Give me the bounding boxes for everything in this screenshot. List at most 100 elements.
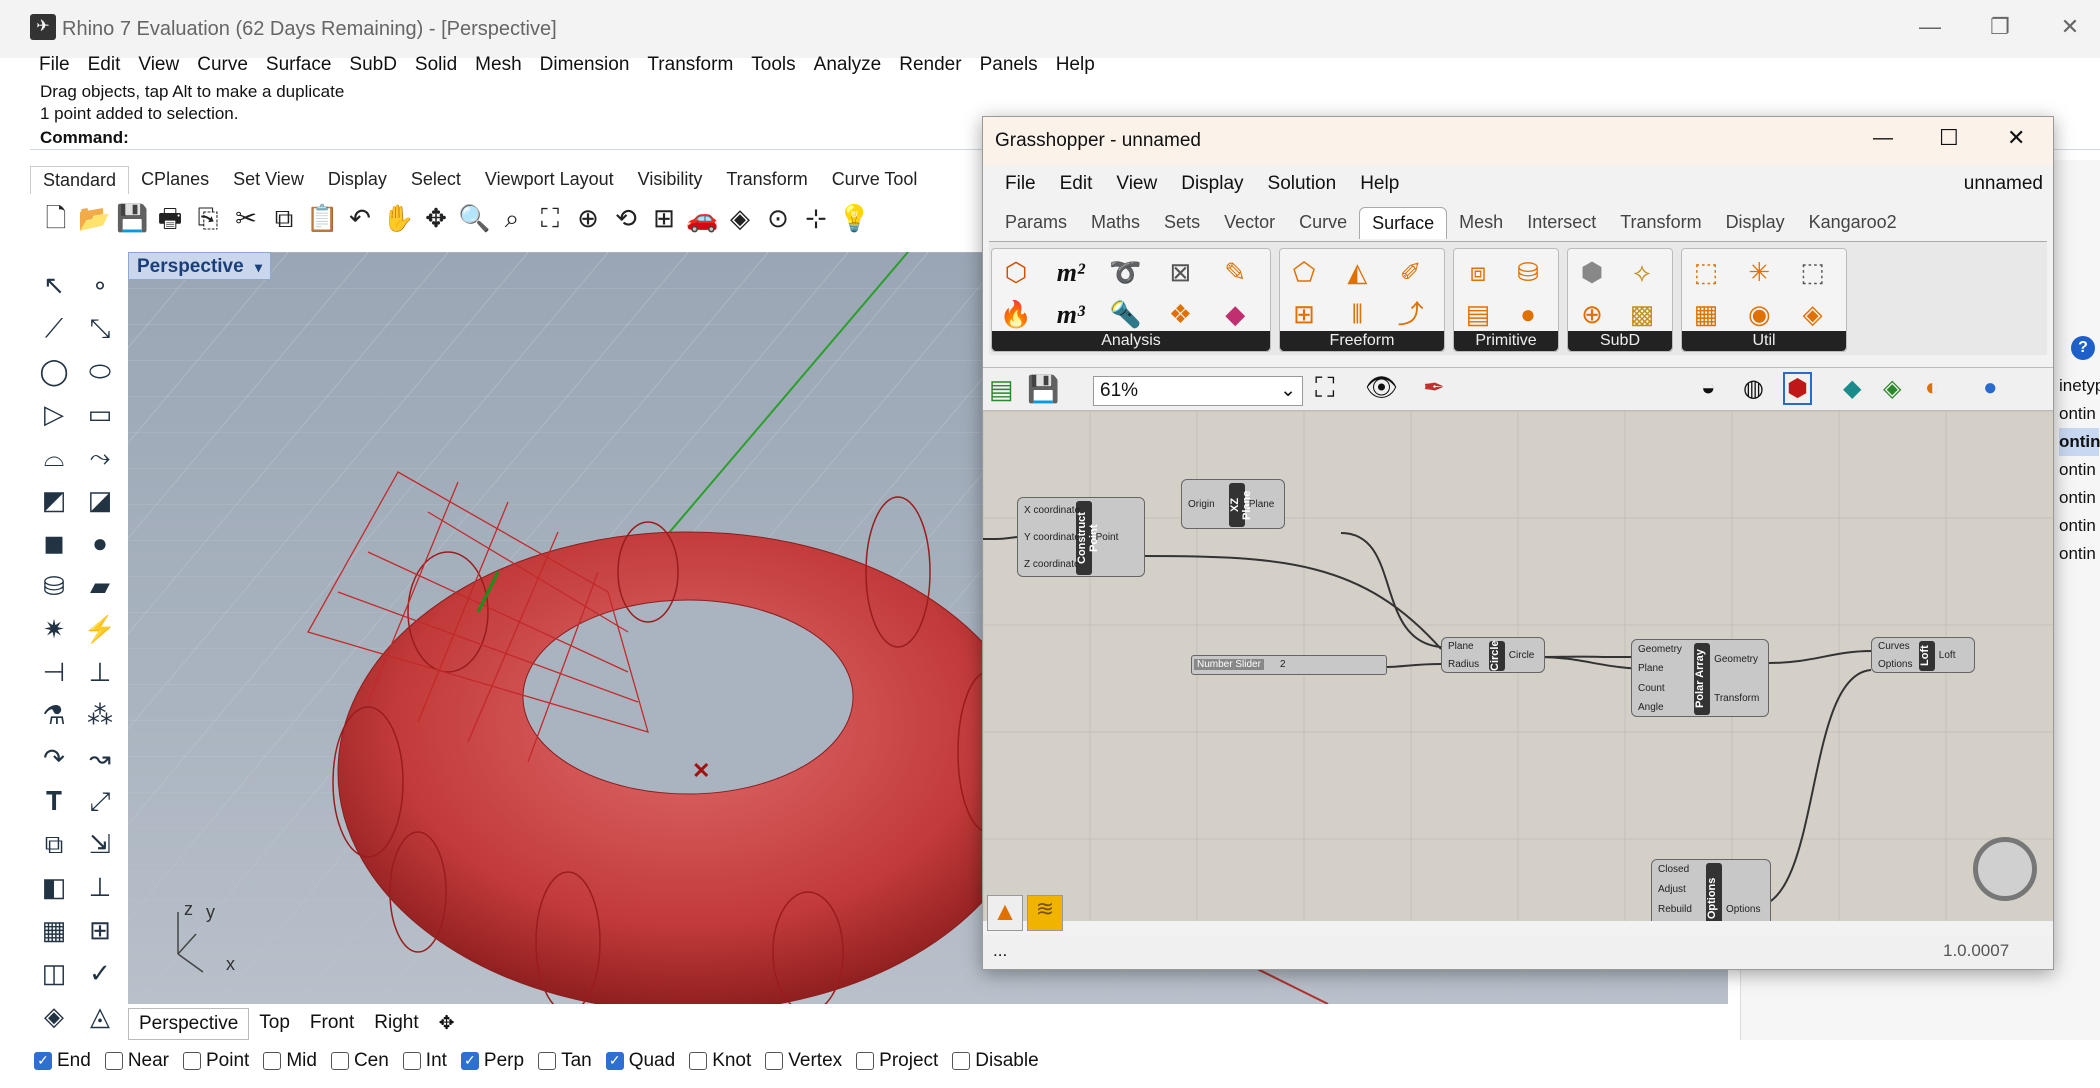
extrude-icon[interactable]: ▰ [78,566,122,609]
gh-menu-file[interactable]: File [993,169,1048,201]
osnap-end[interactable]: ✓ End [34,1050,91,1072]
loft-ribbon-icon[interactable]: ⫴ [1339,295,1375,333]
layer-icon[interactable]: ◈ [32,996,76,1039]
gh-tab-intersect[interactable]: Intersect [1515,207,1608,239]
arc-icon[interactable]: ⌓ [32,437,76,480]
list-item[interactable]: ontin [2059,456,2099,484]
surface-icon[interactable]: ◩ [32,480,76,523]
area-icon[interactable]: m² [1053,253,1089,291]
gh-tab-surface[interactable]: Surface [1359,207,1448,239]
viewport-title[interactable]: Perspective ▾ [128,252,271,280]
gh-tab-params[interactable]: Params [993,207,1079,239]
sphere-icon[interactable]: ● [78,523,122,566]
subd-fuse-icon[interactable]: ⟡ [1624,253,1660,291]
box-corners-icon[interactable]: ⬡ [998,253,1034,291]
gh-tab-maths[interactable]: Maths [1079,207,1152,239]
osnap-checkbox[interactable]: ✓ [605,1052,624,1070]
car-icon[interactable]: 🚗 [686,202,718,234]
evaluate-icon[interactable]: 🔦 [1108,295,1144,333]
rectangle-icon[interactable]: ▭ [78,394,122,437]
menu-view[interactable]: View [129,50,188,80]
osnap-point[interactable]: Point [183,1050,249,1072]
gh-output-param[interactable]: Geometry [1714,654,1758,666]
zoom-window-icon[interactable]: ⌕ [496,202,528,234]
gh-node-construct-point[interactable]: Construct Point X coordinate Y coordinate Z… [1017,497,1145,577]
rotate-view-icon[interactable]: ✥ [420,202,452,234]
menu-mesh[interactable]: Mesh [466,50,530,80]
gh-output-param[interactable]: Loft [1939,650,1956,662]
menu-transform[interactable]: Transform [638,50,742,80]
gh-output-param[interactable]: Point [1096,532,1119,544]
gh-input-param[interactable]: Plane [1638,663,1664,675]
gh-input-param[interactable]: Plane [1448,641,1474,653]
document-preview-icon[interactable]: ◈ [1883,374,1901,403]
osnap-checkbox[interactable] [765,1052,784,1070]
osnap-int[interactable]: Int [402,1050,447,1072]
viewport-tab-perspective[interactable]: Perspective [128,1008,250,1040]
restore-button[interactable]: ❐ [1980,14,2020,40]
gh-tab-sets[interactable]: Sets [1152,207,1212,239]
help-icon[interactable]: ? [2071,336,2095,360]
viewport-tab-right[interactable]: Right [364,1008,428,1040]
osnap-project[interactable]: Project [856,1050,938,1072]
menu-surface[interactable]: Surface [257,50,340,80]
viewport-dropdown-icon[interactable]: ▾ [255,259,262,275]
ellipse-icon[interactable]: ⬭ [78,351,122,394]
gh-node-circle[interactable]: Circle Plane Radius Circle [1441,637,1545,673]
tab-display[interactable]: Display [316,166,399,194]
box-primitive-icon[interactable]: ⧈ [1460,253,1496,291]
menu-analyze[interactable]: Analyze [805,50,891,80]
gh-menu-solution[interactable]: Solution [1256,169,1349,201]
menu-subd[interactable]: SubD [340,50,406,80]
gh-input-param[interactable]: Y coordinate [1024,532,1080,544]
osnap-checkbox[interactable] [330,1052,349,1070]
subd-mesh-icon[interactable]: ▩ [1624,295,1660,333]
gh-input-param[interactable]: Angle [1638,702,1664,714]
gh-input-param[interactable]: Adjust [1658,884,1686,896]
offset-icon[interactable]: ↝ [78,738,122,781]
gh-tab-transform[interactable]: Transform [1608,207,1713,239]
pan-icon[interactable]: ✋ [382,202,414,234]
tab-visibility[interactable]: Visibility [626,166,715,194]
point-in-brep-icon[interactable]: ⊠ [1162,253,1198,291]
list-item[interactable]: ontin [2059,400,2099,428]
preview-wire-icon[interactable]: ◒ [1701,374,1716,402]
osnap-cen[interactable]: Cen [330,1050,389,1072]
curve-icon[interactable]: ⤳ [78,437,122,480]
gh-save-icon[interactable]: 💾 [1027,374,1059,405]
brep-topology-icon[interactable]: ❖ [1162,295,1198,333]
tab-transform[interactable]: Transform [714,166,819,194]
close-button[interactable]: ✕ [2050,14,2090,40]
transform-icon[interactable]: ⇲ [78,824,122,867]
cylinder-primitive-icon[interactable]: ⛁ [1510,253,1546,291]
osnap-checkbox[interactable] [689,1052,708,1070]
osnap-checkbox[interactable] [104,1052,123,1070]
divide-domain-icon[interactable]: ⬚ [1688,253,1724,291]
osnap-checkbox[interactable]: ✓ [34,1052,52,1070]
isotrim-icon[interactable]: ▦ [1688,295,1724,333]
zoom-selected-icon[interactable]: ⊕ [572,202,604,234]
list-item[interactable]: ontin [2059,540,2099,568]
gh-maximize-button[interactable]: ☐ [1939,125,1959,151]
sweep-icon[interactable]: ◪ [78,480,122,523]
preview-shaded-icon[interactable]: ◍ [1743,374,1764,403]
sphere-preview-icon[interactable]: ● [1983,374,1998,402]
copy-icon[interactable]: ⧉ [268,202,300,234]
fillet-icon[interactable]: ⚡ [78,609,122,652]
gh-number-slider[interactable]: Number Slider 2 [1191,655,1387,675]
gh-output-param[interactable]: Circle [1509,650,1535,662]
cylinder-icon[interactable]: ⛁ [32,566,76,609]
network-surface-icon[interactable]: ⊞ [1286,295,1322,333]
subd-sphere-icon[interactable]: ⊕ [1574,295,1610,333]
gh-output-param[interactable]: Transform [1714,693,1759,705]
edges-icon[interactable]: ⬚ [1795,253,1831,291]
list-item[interactable]: ontin [2059,484,2099,512]
osnap-checkbox[interactable] [856,1052,875,1070]
subd-box-icon[interactable]: ⬢ [1574,253,1610,291]
gh-input-param[interactable]: X coordinate [1024,505,1080,517]
print-icon[interactable]: 🖶 [154,202,186,234]
curvature-icon[interactable]: ➰ [1108,253,1144,291]
gh-input-param[interactable]: Radius [1448,659,1479,671]
osnap-mid[interactable]: Mid [263,1050,317,1072]
sketch-mode-icon[interactable]: ≋ [1027,895,1063,931]
